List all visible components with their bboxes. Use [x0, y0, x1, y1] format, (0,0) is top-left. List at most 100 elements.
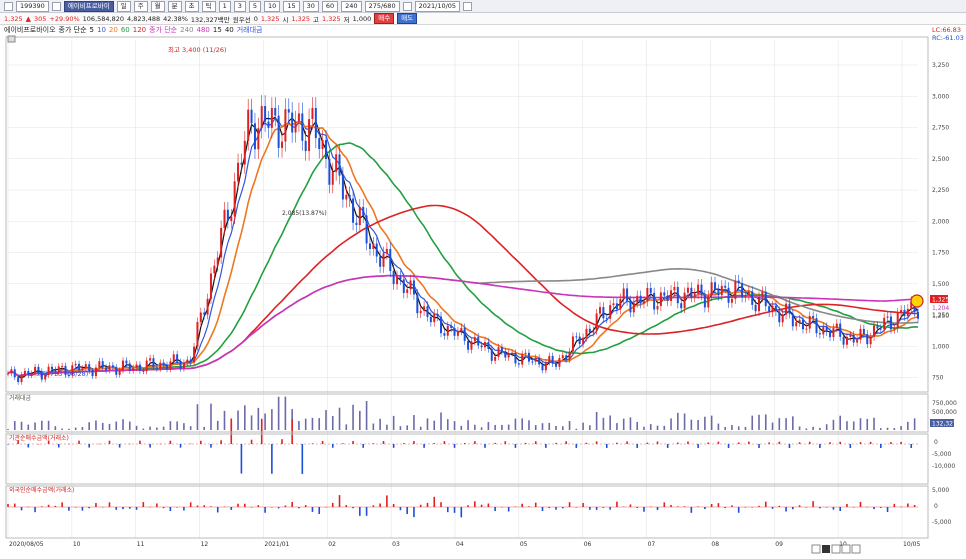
candle-body — [27, 370, 30, 376]
inst-bar — [677, 442, 679, 444]
candle-body — [599, 307, 602, 314]
candle-body — [264, 106, 267, 122]
foreign-bar — [372, 505, 375, 507]
inst-bar — [210, 444, 212, 448]
foreign-bar — [697, 506, 699, 507]
volume-bar — [886, 427, 889, 430]
foreign-bar — [521, 503, 524, 507]
inst-bar — [727, 444, 730, 448]
foreign-bar — [636, 507, 639, 508]
candle-body — [626, 288, 629, 301]
candle-body — [893, 328, 896, 330]
candle-body — [869, 336, 872, 345]
scroll-thumb[interactable] — [822, 545, 830, 553]
candle-body — [101, 361, 104, 368]
panel-settings-icon[interactable] — [7, 35, 16, 43]
stock-chart[interactable]: 최고 3,400 (11/26) 최저 733 (08/28) 2,085(13… — [0, 0, 966, 559]
foreign-bar — [501, 506, 503, 508]
foreign-bar — [311, 507, 314, 512]
zoom-in-button[interactable] — [841, 544, 851, 554]
candle-body — [565, 355, 568, 360]
inst-bar — [626, 441, 628, 444]
candle-body — [23, 370, 26, 375]
candle-body — [108, 365, 111, 371]
candle-body — [578, 336, 581, 345]
inst-bar — [362, 444, 365, 448]
inst-bar — [169, 440, 172, 444]
inst-bar — [890, 442, 892, 444]
volume-bar — [643, 426, 645, 430]
volume-bar — [453, 421, 456, 430]
scroll-right-button[interactable] — [831, 544, 841, 554]
candle-body — [879, 328, 882, 330]
volume-bar — [250, 415, 253, 430]
foreign-bar — [629, 504, 632, 507]
candle-body — [656, 306, 659, 310]
candle-body — [585, 328, 588, 338]
ma240-tag-text: 1,250 — [932, 313, 949, 320]
foreign-bar — [250, 507, 253, 508]
candle-body — [440, 316, 443, 334]
volume-bar — [582, 422, 584, 430]
x-axis-label: 10 — [73, 541, 81, 548]
foreign-bar — [13, 503, 16, 507]
candle-body — [162, 362, 165, 365]
candle-body — [338, 154, 341, 176]
volume-bar — [135, 425, 138, 430]
volume-bar — [68, 428, 70, 430]
foreign-bar — [778, 505, 781, 507]
x-axis-label: 2021/01 — [264, 541, 289, 548]
candle-body — [105, 367, 108, 371]
volume-bar — [792, 416, 794, 430]
candle-body — [514, 352, 517, 364]
foreign-bar — [595, 507, 598, 510]
inst-bar — [758, 444, 760, 448]
candle-body — [815, 318, 818, 334]
volume-bar — [575, 428, 578, 430]
volume-bar — [859, 418, 862, 430]
volume-bar — [284, 396, 287, 430]
inst-bar — [372, 443, 375, 444]
candle-body — [686, 287, 689, 293]
foreign-bar — [277, 507, 280, 509]
candle-body — [223, 209, 226, 228]
foreign-bar — [467, 505, 469, 507]
candle-body — [676, 287, 679, 304]
candle-body — [416, 294, 419, 314]
foreign-bar — [832, 507, 835, 510]
foreign-bar — [480, 504, 483, 507]
candle-body — [233, 181, 236, 217]
volume-bar — [636, 421, 639, 430]
candle-body — [741, 283, 744, 298]
inst-bar — [57, 444, 60, 448]
foreign-bar — [589, 507, 591, 510]
inst-bar — [98, 443, 101, 445]
volume-bar — [176, 421, 178, 430]
foreign-bar — [751, 507, 754, 508]
candle-body — [744, 295, 747, 298]
candle-body — [571, 336, 574, 352]
foreign-bar — [413, 507, 415, 518]
foreign-bar — [223, 506, 226, 508]
foreign-bar — [460, 507, 463, 518]
volume-bar — [778, 418, 781, 430]
foreign-bar — [365, 507, 368, 516]
candle-body — [771, 305, 774, 313]
volume-bar — [751, 415, 754, 430]
candle-body — [906, 309, 909, 317]
volume-bar — [609, 415, 611, 430]
volume-bar — [825, 424, 828, 430]
candle-body — [649, 287, 652, 293]
foreign-bar — [291, 501, 293, 507]
candle-body — [467, 340, 470, 350]
candle-body — [328, 158, 331, 185]
volume-bar — [731, 425, 733, 430]
zoom-out-button[interactable] — [851, 544, 861, 554]
volume-bar — [805, 428, 808, 430]
scroll-left-button[interactable] — [811, 544, 821, 554]
foreign-bar — [453, 507, 456, 513]
candle-body — [747, 291, 750, 296]
candle-body — [412, 280, 415, 295]
price-axis-ticks: 3,250 3,000 2,750 2,500 2,250 2,000 1,750 1,500… — [932, 62, 949, 382]
volume-bar — [900, 426, 902, 430]
